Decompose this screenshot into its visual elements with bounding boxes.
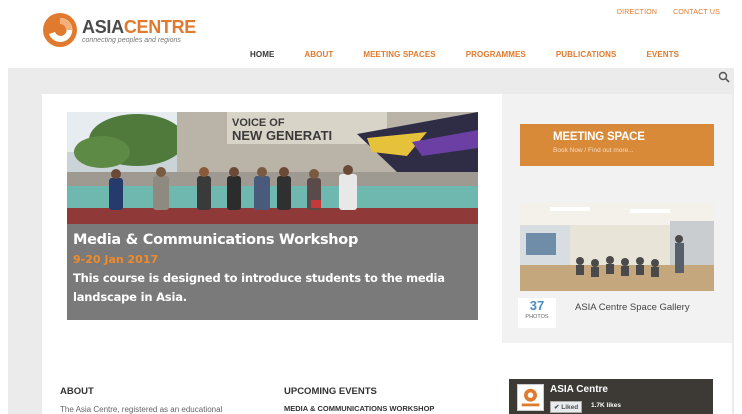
hero-photo: VOICE OF NEW GENERATI (67, 112, 478, 224)
nav-item-events[interactable]: EVENTS (646, 50, 679, 59)
meeting-space-title: MEETING SPACE (553, 131, 645, 143)
nav-item-home[interactable]: HOME (250, 50, 274, 59)
brand-name-part1: ASIA (82, 16, 124, 37)
upcoming-events-heading: UPCOMING EVENTS (284, 386, 377, 397)
direction-link[interactable]: DIRECTION (617, 9, 657, 16)
hero-caption[interactable]: Media & Communications Workshop 9-20 Jan… (67, 224, 478, 320)
main-nav: HOME ABOUT MEETING SPACES PROGRAMMES PUB… (250, 50, 709, 59)
site-logo[interactable]: ASIACENTRE connecting peoples and region… (42, 12, 196, 48)
hero-description-line1: This course is designed to introduce stu… (73, 271, 445, 285)
asia-centre-logo-icon (43, 13, 77, 47)
hero-date: 9-20 Jan 2017 (73, 253, 159, 266)
gallery-image[interactable] (520, 203, 714, 291)
facebook-like-label: Liked (561, 404, 579, 411)
hero-description-line2: landscape in Asia. (73, 290, 187, 304)
meeting-space-button[interactable]: MEETING SPACE Book Now / Find out more..… (520, 124, 714, 166)
hero-title[interactable]: Media & Communications Workshop (73, 232, 472, 248)
nav-item-meeting-spaces[interactable]: MEETING SPACES (363, 50, 435, 59)
banner-text-2: NEW GENERATI (232, 128, 332, 143)
hero-image[interactable]: VOICE OF NEW GENERATI (67, 112, 478, 224)
meeting-space-subtitle: Book Now / Find out more... (553, 147, 634, 154)
facebook-page-name[interactable]: ASIA Centre (550, 384, 608, 395)
facebook-like-button[interactable]: ✔ Liked (550, 401, 583, 413)
brand-name: ASIACENTRE (82, 17, 196, 37)
page-avatar-icon (517, 384, 544, 411)
gallery-photo-count[interactable]: 37 PHOTOS (518, 298, 556, 328)
search-icon[interactable] (718, 71, 730, 83)
gallery-count-number: 37 (529, 298, 545, 313)
facebook-widget[interactable]: ASIA Centre ✔ Liked 1.7K likes (509, 379, 713, 414)
site-header: ASIACENTRE connecting peoples and region… (0, 0, 742, 68)
about-text: The Asia Centre, registered as an educat… (60, 405, 223, 414)
nav-item-programmes[interactable]: PROGRAMMES (466, 50, 526, 59)
gallery-count-label: PHOTOS (525, 314, 549, 320)
brand-name-part2: CENTRE (123, 16, 197, 37)
gallery-photo (520, 203, 714, 291)
brand-tagline: connecting peoples and regions (82, 36, 181, 44)
event-item-link[interactable]: MEDIA & COMMUNICATIONS WORKSHOP (284, 404, 434, 413)
contact-us-link[interactable]: CONTACT US (673, 9, 720, 16)
nav-item-publications[interactable]: PUBLICATIONS (556, 50, 617, 59)
gallery-title-link[interactable]: ASIA Centre Space Gallery (575, 302, 690, 313)
about-heading: ABOUT (60, 386, 94, 397)
facebook-like-count: 1.7K likes (591, 402, 621, 409)
utility-links: DIRECTION CONTACT US (617, 9, 720, 16)
hero-description: This course is designed to introduce stu… (73, 269, 472, 307)
nav-item-about[interactable]: ABOUT (304, 50, 333, 59)
